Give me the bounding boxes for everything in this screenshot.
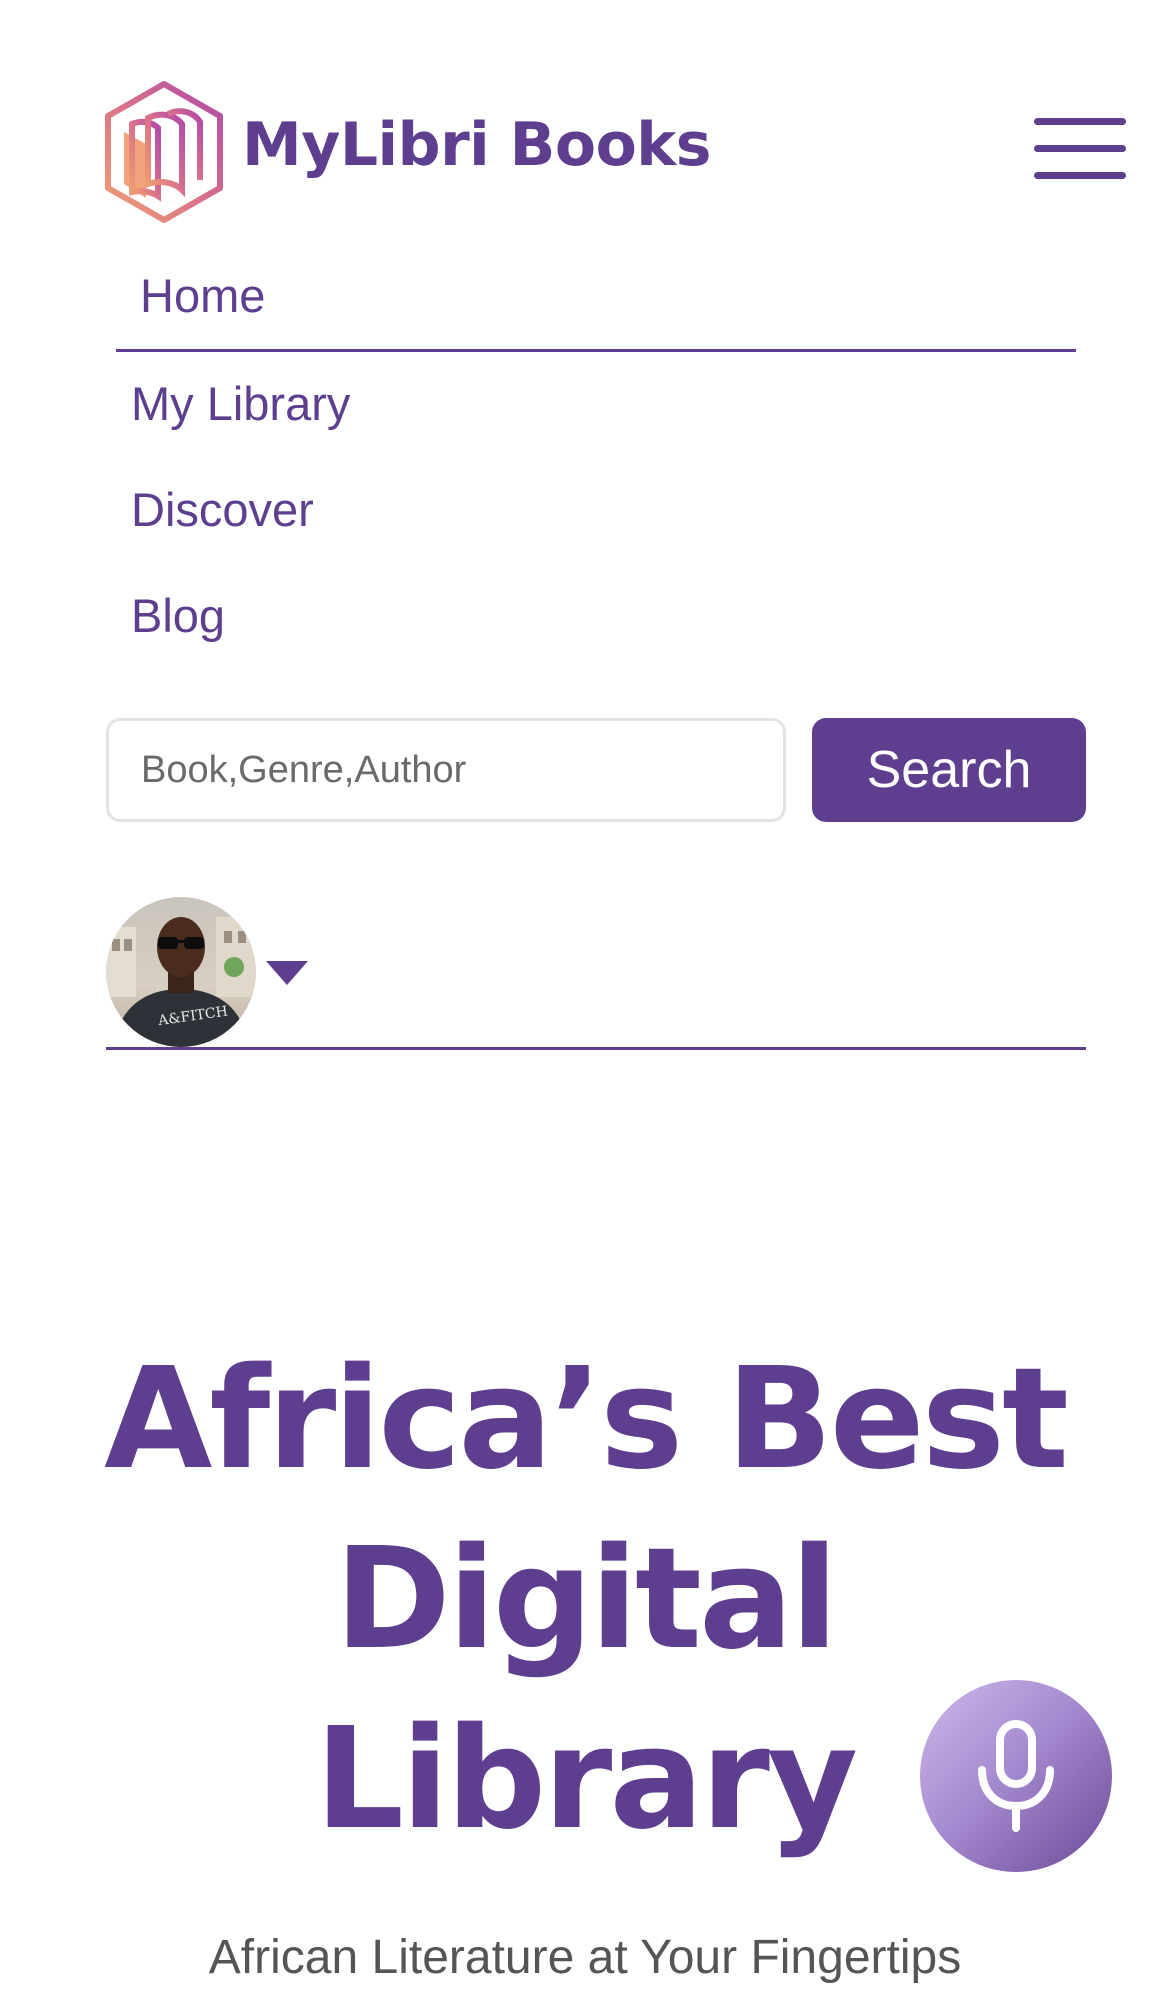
search-input[interactable] xyxy=(106,718,786,822)
search-button[interactable]: Search xyxy=(812,718,1086,822)
page: MyLibri Books Home My Library Discover B… xyxy=(0,0,1170,1992)
nav-item-my-library[interactable]: My Library xyxy=(131,376,350,431)
hamburger-bar xyxy=(1034,118,1126,125)
hexagon-books-logo-icon xyxy=(105,81,223,223)
nav-item-home[interactable]: Home xyxy=(140,268,265,323)
nav-item-blog[interactable]: Blog xyxy=(131,588,225,643)
hero-subtitle: African Literature at Your Fingertips xyxy=(208,1931,962,1984)
user-section-divider xyxy=(106,1047,1086,1050)
hamburger-bar xyxy=(1034,172,1126,179)
hamburger-menu-icon[interactable] xyxy=(1034,118,1126,184)
avatar-photo: A&FITCH xyxy=(106,897,256,1047)
microphone-icon xyxy=(978,1720,1054,1832)
nav-active-underline xyxy=(116,349,1076,352)
user-avatar[interactable]: A&FITCH xyxy=(106,897,256,1047)
hamburger-bar xyxy=(1034,145,1126,152)
nav-item-discover[interactable]: Discover xyxy=(131,482,314,537)
brand-logo[interactable] xyxy=(102,80,227,225)
caret-down-icon[interactable] xyxy=(266,961,308,985)
voice-search-button[interactable] xyxy=(920,1680,1112,1872)
brand-name[interactable]: MyLibri Books xyxy=(242,110,711,180)
